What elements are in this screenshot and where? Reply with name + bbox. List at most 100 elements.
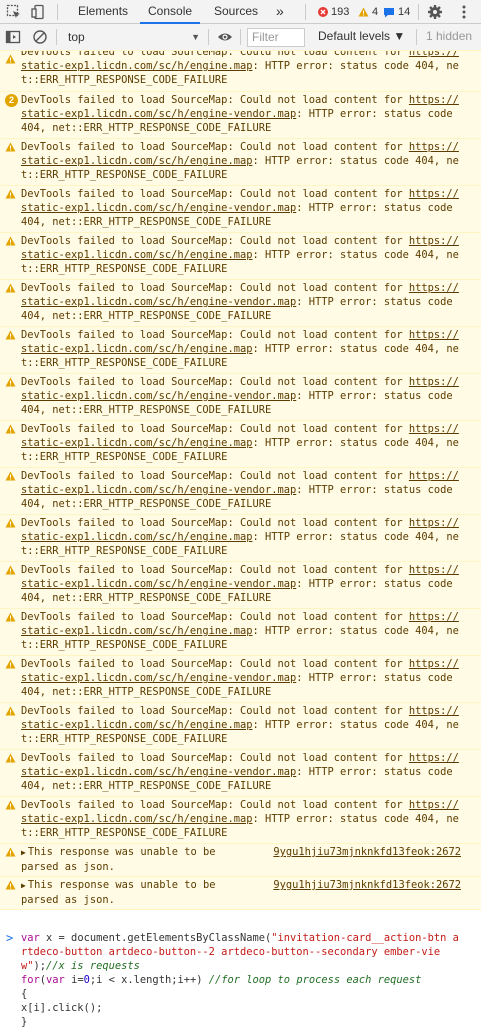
repeat-count-badge: 2 — [5, 94, 18, 107]
message-text: DevTools failed to load SourceMap: Could… — [21, 658, 409, 670]
prompt-chevron: > — [6, 931, 14, 945]
warning-icon — [5, 706, 16, 716]
inspect-element-icon[interactable] — [5, 3, 23, 21]
source-location-link[interactable]: 9ygu1hjiu73mjnknkfd13feok:2672 — [273, 845, 461, 859]
console-warning-message: DevTools failed to load SourceMap: Could… — [0, 138, 481, 186]
message-text: DevTools failed to load SourceMap: Could… — [21, 470, 409, 482]
tab-elements[interactable]: Elements — [78, 0, 128, 23]
console-warning-message: DevTools failed to load SourceMap: Could… — [0, 514, 481, 562]
message-text: DevTools failed to load SourceMap: Could… — [21, 611, 409, 623]
console-warning-message: 2 DevTools failed to load SourceMap: Coul… — [0, 91, 481, 139]
console-warning-message: DevTools failed to load SourceMap: Could… — [0, 326, 481, 374]
warning-icon — [5, 612, 16, 622]
console-warning-message: ▶ This response was unable to be parsed a… — [0, 876, 481, 910]
tab-console[interactable]: Console — [140, 0, 201, 24]
warning-counter[interactable]: 4 — [358, 5, 378, 19]
sidebar-toggle-icon[interactable] — [4, 28, 22, 46]
console-warning-message: DevTools failed to load SourceMap: Could… — [0, 702, 481, 750]
message-text: DevTools failed to load SourceMap: Could… — [21, 705, 409, 717]
warning-icon — [358, 7, 369, 17]
warning-icon — [5, 880, 16, 890]
log-levels-dropdown[interactable]: Default levels ▼ — [318, 29, 405, 43]
devtools-main-toolbar: Elements Console Sources » 193 4 14 — [0, 0, 481, 24]
more-tabs-button[interactable]: » — [276, 0, 284, 23]
message-text: DevTools failed to load SourceMap: Could… — [21, 141, 409, 153]
warning-icon — [5, 236, 16, 246]
source-location-link[interactable]: 9ygu1hjiu73mjnknkfd13feok:2672 — [273, 878, 461, 892]
device-toolbar-icon[interactable] — [30, 3, 48, 21]
warning-icon — [5, 753, 16, 763]
console-warning-message: DevTools failed to load SourceMap: Could… — [0, 561, 481, 609]
message-text: DevTools failed to load SourceMap: Could… — [21, 94, 409, 106]
warning-icon — [5, 565, 16, 575]
message-text: This response was unable to be parsed as… — [21, 879, 216, 906]
warning-icon — [5, 330, 16, 340]
expand-triangle-icon[interactable]: ▶ — [21, 848, 26, 857]
console-warning-message: ▶ This response was unable to be parsed a… — [0, 843, 481, 877]
info-counter[interactable]: 14 — [383, 5, 410, 19]
warning-icon — [5, 189, 16, 199]
error-count: 193 — [331, 6, 350, 18]
message-text: DevTools failed to load SourceMap: Could… — [21, 188, 409, 200]
hidden-messages-count: 1 hidden — [426, 29, 473, 43]
warning-icon — [5, 800, 16, 810]
warning-icon — [5, 424, 16, 434]
context-selector[interactable]: top ▼ — [62, 28, 204, 46]
filter-input[interactable]: Filter — [247, 28, 305, 47]
info-count: 14 — [398, 6, 411, 18]
context-value: top — [68, 30, 85, 44]
console-code[interactable]: var x = document.getElementsByClassName(… — [21, 931, 461, 1029]
more-options-icon[interactable] — [455, 3, 473, 21]
message-text: DevTools failed to load SourceMap: Could… — [21, 376, 409, 388]
message-text: DevTools failed to load SourceMap: Could… — [21, 329, 409, 341]
warning-icon — [5, 377, 16, 387]
warning-icon — [5, 54, 16, 64]
message-text: DevTools failed to load SourceMap: Could… — [21, 752, 409, 764]
message-text: DevTools failed to load SourceMap: Could… — [21, 799, 409, 811]
console-warning-message: DevTools failed to load SourceMap: Could… — [0, 232, 481, 280]
settings-gear-icon[interactable] — [426, 3, 444, 21]
console-warning-message: DevTools failed to load SourceMap: Could… — [0, 467, 481, 515]
console-toolbar: top ▼ Filter Default levels ▼ 1 hidden — [0, 24, 481, 51]
toolbar-divider — [208, 29, 209, 45]
warning-count: 4 — [372, 6, 379, 18]
console-warning-message: DevTools failed to load SourceMap: Could… — [0, 608, 481, 656]
console-warning-message: DevTools failed to load SourceMap: Could… — [0, 279, 481, 327]
toolbar-divider — [240, 29, 241, 45]
warning-icon — [5, 142, 16, 152]
warning-icon — [5, 659, 16, 669]
clear-console-icon[interactable] — [31, 28, 49, 46]
warning-icon — [5, 283, 16, 293]
warning-icon — [5, 518, 16, 528]
message-text: DevTools failed to load SourceMap: Could… — [21, 50, 409, 58]
message-icon — [384, 7, 394, 17]
console-warning-message: DevTools failed to load SourceMap: Could… — [0, 373, 481, 421]
message-text: DevTools failed to load SourceMap: Could… — [21, 282, 409, 294]
console-warning-message: DevTools failed to load SourceMap: Could… — [0, 796, 481, 844]
console-messages: DevTools failed to load SourceMap: Could… — [0, 50, 481, 910]
message-text: This response was unable to be parsed as… — [21, 846, 216, 873]
toolbar-divider — [418, 4, 419, 20]
toolbar-divider — [416, 29, 417, 45]
error-icon — [318, 7, 328, 17]
message-text: DevTools failed to load SourceMap: Could… — [21, 564, 409, 576]
message-text: DevTools failed to load SourceMap: Could… — [21, 517, 409, 529]
toolbar-divider — [57, 4, 58, 20]
dropdown-arrow-icon: ▼ — [191, 32, 200, 42]
console-input[interactable]: > var x = document.getElementsByClassNam… — [0, 927, 481, 1033]
error-counter[interactable]: 193 — [318, 5, 349, 19]
console-warning-message: DevTools failed to load SourceMap: Could… — [0, 655, 481, 703]
expand-triangle-icon[interactable]: ▶ — [21, 881, 26, 890]
console-warning-message: DevTools failed to load SourceMap: Could… — [0, 50, 481, 92]
warning-icon — [5, 471, 16, 481]
message-text: DevTools failed to load SourceMap: Could… — [21, 235, 409, 247]
tab-sources[interactable]: Sources — [214, 0, 258, 23]
console-warning-message: DevTools failed to load SourceMap: Could… — [0, 420, 481, 468]
toolbar-divider — [56, 29, 57, 45]
message-text: DevTools failed to load SourceMap: Could… — [21, 423, 409, 435]
console-warning-message: DevTools failed to load SourceMap: Could… — [0, 185, 481, 233]
live-expression-eye-icon[interactable] — [216, 28, 234, 46]
warning-icon — [5, 847, 16, 857]
toolbar-divider — [305, 4, 306, 20]
console-warning-message: DevTools failed to load SourceMap: Could… — [0, 749, 481, 797]
